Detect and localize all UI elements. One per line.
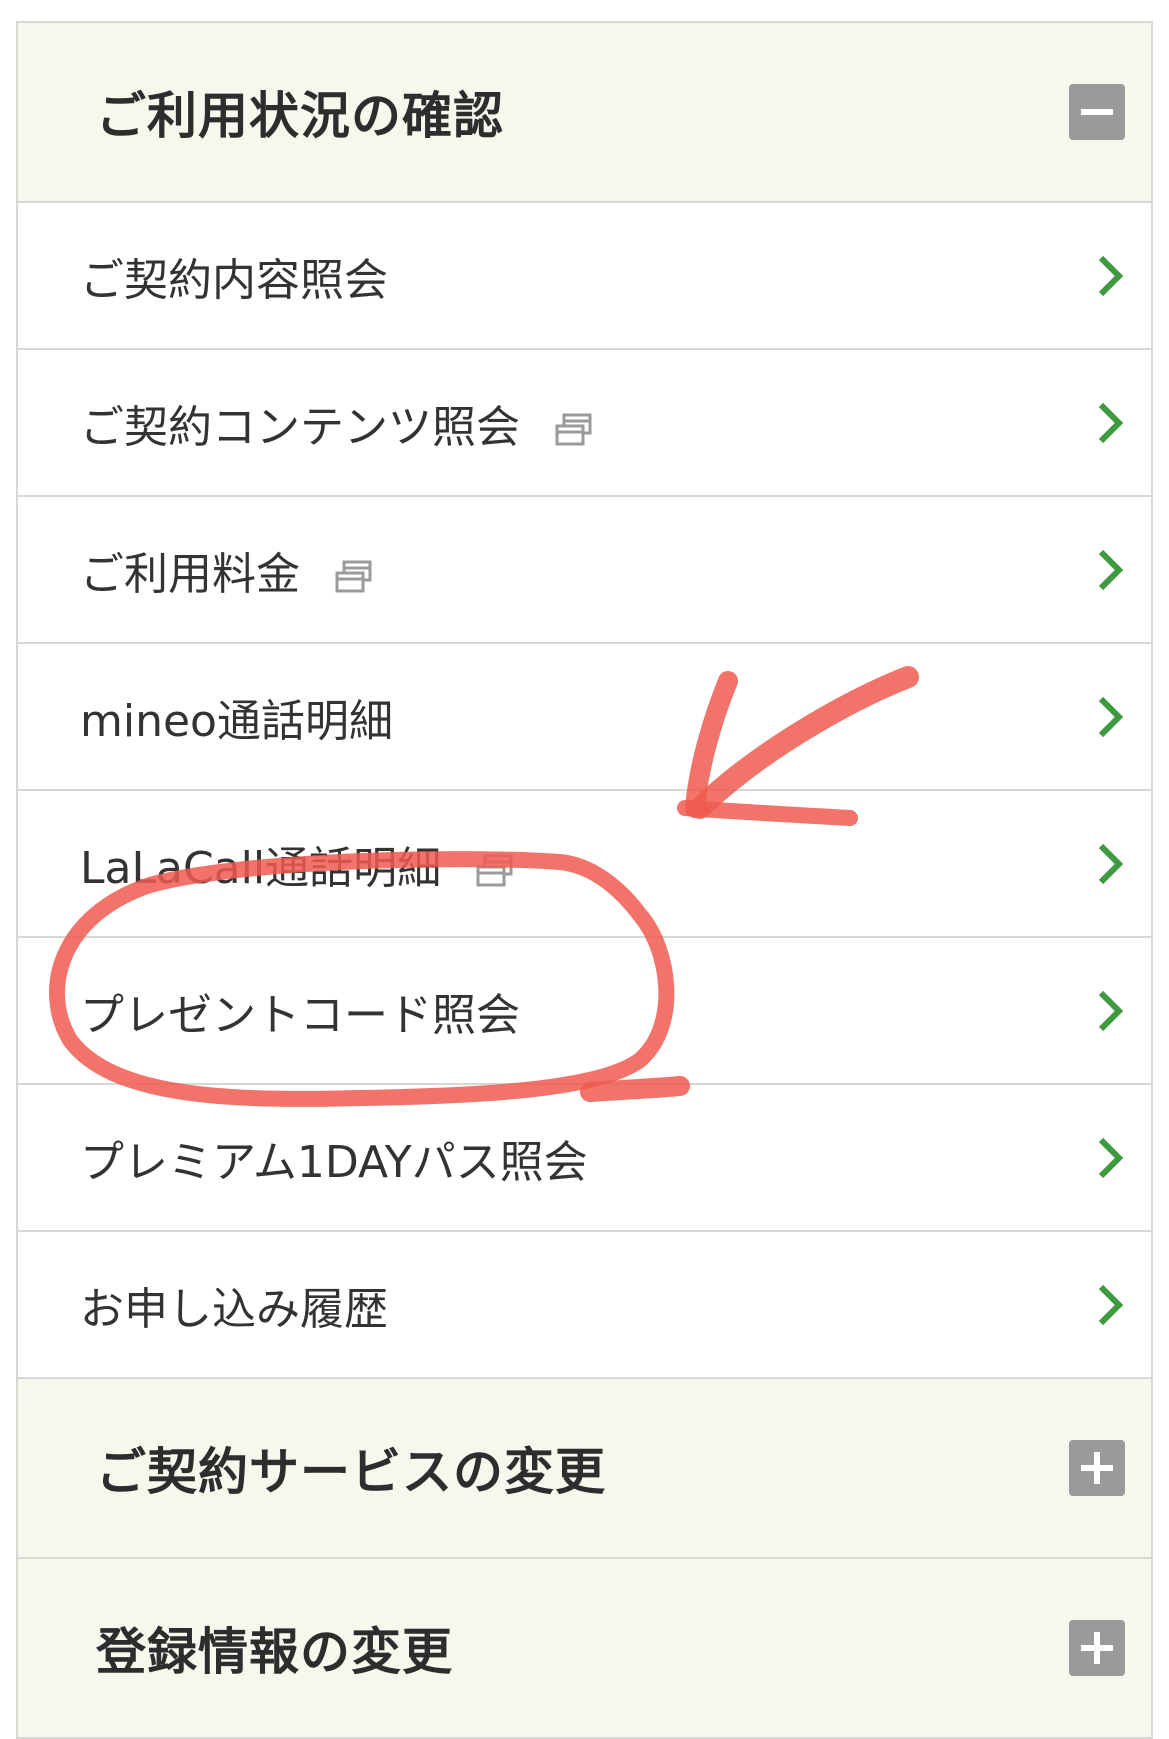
menu-item-text: LaLaCall通話明細 (80, 842, 442, 894)
account-menu: ご利用状況の確認 ご契約内容照会 ご契約コンテンツ照会 ご利用料金 mineo通… (16, 21, 1153, 1739)
chevron-right-icon (1098, 843, 1124, 884)
menu-item-label: プレゼントコード照会 (80, 989, 520, 1041)
chevron-right-icon (1098, 1284, 1124, 1325)
menu-item-label: ご利用料金 (80, 538, 374, 602)
menu-item-label: LaLaCall通話明細 (80, 832, 515, 896)
chevron-right-icon (1098, 696, 1124, 737)
menu-item-lalacall-call-details[interactable]: LaLaCall通話明細 (18, 791, 1151, 938)
chevron-right-icon (1098, 255, 1124, 296)
new-window-icon (476, 854, 513, 886)
plus-icon-vertical (1094, 1632, 1100, 1664)
chevron-right-icon (1098, 1137, 1124, 1178)
collapse-button[interactable] (1069, 84, 1125, 140)
menu-item-application-history[interactable]: お申し込み履歴 (18, 1232, 1151, 1379)
menu-item-contract-contents[interactable]: ご契約コンテンツ照会 (18, 350, 1151, 497)
menu-item-present-code[interactable]: プレゼントコード照会 (18, 938, 1151, 1085)
chevron-right-icon (1098, 990, 1124, 1031)
section-header-contract-change[interactable]: ご契約サービスの変更 (18, 1379, 1151, 1559)
menu-item-label: プレミアム1DAYパス照会 (80, 1136, 588, 1188)
section-header-usage[interactable]: ご利用状況の確認 (18, 23, 1151, 203)
minus-icon (1081, 109, 1113, 115)
menu-item-text: ご利用料金 (80, 548, 300, 600)
chevron-right-icon (1098, 549, 1124, 590)
menu-item-contract-details[interactable]: ご契約内容照会 (18, 203, 1151, 350)
plus-icon-vertical (1094, 1452, 1100, 1484)
section-title-contract-change: ご契約サービスの変更 (96, 1443, 606, 1501)
section-title-registration-change: 登録情報の変更 (96, 1623, 453, 1681)
menu-item-premium-1day-pass[interactable]: プレミアム1DAYパス照会 (18, 1085, 1151, 1232)
menu-item-usage-fee[interactable]: ご利用料金 (18, 497, 1151, 644)
menu-item-label: mineo通話明細 (80, 695, 393, 747)
menu-item-label: ご契約コンテンツ照会 (80, 391, 594, 455)
new-window-icon (555, 413, 592, 445)
menu-item-label: ご契約内容照会 (80, 254, 388, 306)
section-title-usage: ご利用状況の確認 (96, 87, 504, 145)
chevron-right-icon (1098, 402, 1124, 443)
expand-button[interactable] (1069, 1620, 1125, 1676)
menu-item-label: お申し込み履歴 (80, 1283, 388, 1335)
new-window-icon (335, 560, 372, 592)
section-header-registration-change[interactable]: 登録情報の変更 (18, 1559, 1151, 1739)
menu-item-text: ご契約コンテンツ照会 (80, 401, 520, 453)
expand-button[interactable] (1069, 1440, 1125, 1496)
menu-item-mineo-call-details[interactable]: mineo通話明細 (18, 644, 1151, 791)
